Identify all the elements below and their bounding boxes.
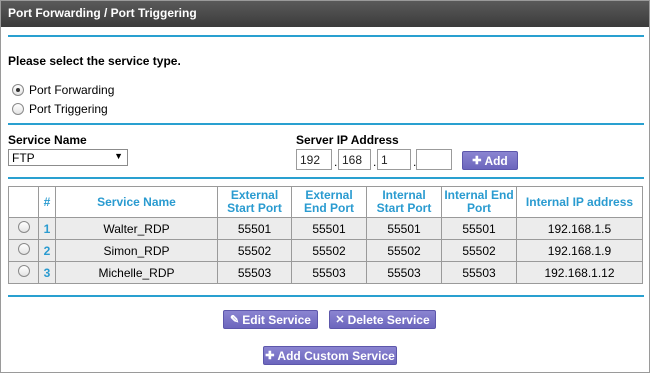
column-header-service-name: Service Name	[55, 186, 218, 218]
ip-separator: .	[373, 155, 377, 169]
column-header-external-start-port: External Start Port	[217, 186, 292, 218]
column-header-internal-ip-address: Internal IP address	[516, 186, 643, 218]
external-start-port-cell: 55501	[217, 217, 292, 240]
service-name-select[interactable]: FTP ▼	[8, 149, 128, 166]
internal-start-port-cell: 55501	[366, 217, 442, 240]
external-start-port-cell: 55502	[217, 239, 292, 262]
radio-button-icon[interactable]	[12, 103, 24, 115]
edit-service-label: Edit Service	[242, 312, 311, 327]
page-title: Port Forwarding / Port Triggering	[1, 1, 649, 27]
pencil-icon: ✎	[230, 314, 240, 326]
external-end-port-cell: 55502	[291, 239, 367, 262]
add-custom-service-button[interactable]: ✚ Add Custom Service	[263, 346, 397, 365]
internal-end-port-cell: 55503	[441, 261, 517, 284]
ip-octet-2-input[interactable]: 168	[338, 149, 371, 170]
services-table: # Service Name External Start Port Exter…	[8, 186, 643, 284]
radio-port-triggering[interactable]: Port Triggering	[12, 102, 108, 116]
divider	[8, 123, 644, 125]
radio-button-icon[interactable]	[17, 221, 30, 233]
row-number: 2	[38, 239, 56, 262]
divider	[8, 295, 644, 297]
table-row: 3 Michelle_RDP 55503 55503 55503 55503 1…	[8, 261, 643, 284]
table-row: 2 Simon_RDP 55502 55502 55502 55502 192.…	[8, 239, 643, 262]
ip-octet-3-input[interactable]: 1	[377, 149, 411, 170]
row-select-cell	[8, 217, 39, 240]
radio-port-forwarding[interactable]: Port Forwarding	[12, 83, 114, 97]
port-forwarding-panel: Port Forwarding / Port Triggering Please…	[0, 0, 650, 373]
radio-label: Port Forwarding	[29, 83, 115, 97]
service-name-cell: Walter_RDP	[55, 217, 218, 240]
delete-service-label: Delete Service	[347, 312, 430, 327]
column-header-number: #	[38, 186, 56, 218]
divider	[8, 177, 644, 179]
service-name-value: FTP	[12, 151, 35, 165]
close-icon: ✕	[335, 314, 345, 326]
row-number: 3	[38, 261, 56, 284]
row-select-cell	[8, 239, 39, 262]
table-header-row: # Service Name External Start Port Exter…	[8, 186, 643, 218]
external-end-port-cell: 55503	[291, 261, 367, 284]
service-name-label: Service Name	[8, 133, 87, 147]
column-header-external-end-port: External End Port	[291, 186, 367, 218]
row-number: 1	[38, 217, 56, 240]
column-header-internal-end-port: Internal End Port	[441, 186, 517, 218]
internal-start-port-cell: 55502	[366, 239, 442, 262]
divider	[8, 35, 644, 37]
radio-button-icon[interactable]	[17, 265, 30, 277]
column-header-internal-start-port: Internal Start Port	[366, 186, 442, 218]
add-custom-service-label: Add Custom Service	[277, 348, 395, 363]
internal-end-port-cell: 55502	[441, 239, 517, 262]
radio-label: Port Triggering	[29, 102, 108, 116]
table-row: 1 Walter_RDP 55501 55501 55501 55501 192…	[8, 217, 643, 240]
add-button[interactable]: ✚ Add	[462, 151, 518, 170]
ip-octet-4-input[interactable]	[416, 149, 452, 170]
ip-separator: .	[334, 155, 338, 169]
internal-start-port-cell: 55503	[366, 261, 442, 284]
edit-service-button[interactable]: ✎ Edit Service	[223, 310, 318, 329]
internal-ip-cell: 192.168.1.12	[516, 261, 643, 284]
service-type-heading: Please select the service type.	[8, 54, 181, 68]
radio-button-icon[interactable]	[17, 243, 30, 255]
service-name-cell: Michelle_RDP	[55, 261, 218, 284]
external-start-port-cell: 55503	[217, 261, 292, 284]
service-name-cell: Simon_RDP	[55, 239, 218, 262]
internal-end-port-cell: 55501	[441, 217, 517, 240]
add-button-label: Add	[484, 153, 508, 168]
chevron-down-icon: ▼	[114, 151, 123, 161]
internal-ip-cell: 192.168.1.9	[516, 239, 643, 262]
delete-service-button[interactable]: ✕ Delete Service	[329, 310, 436, 329]
plus-icon: ✚	[472, 155, 482, 167]
select-column-header	[8, 186, 39, 218]
external-end-port-cell: 55501	[291, 217, 367, 240]
row-select-cell	[8, 261, 39, 284]
plus-icon: ✚	[265, 350, 275, 362]
internal-ip-cell: 192.168.1.5	[516, 217, 643, 240]
server-ip-label: Server IP Address	[296, 133, 399, 147]
radio-button-checked-icon[interactable]	[12, 84, 24, 96]
ip-octet-1-input[interactable]: 192	[296, 149, 332, 170]
